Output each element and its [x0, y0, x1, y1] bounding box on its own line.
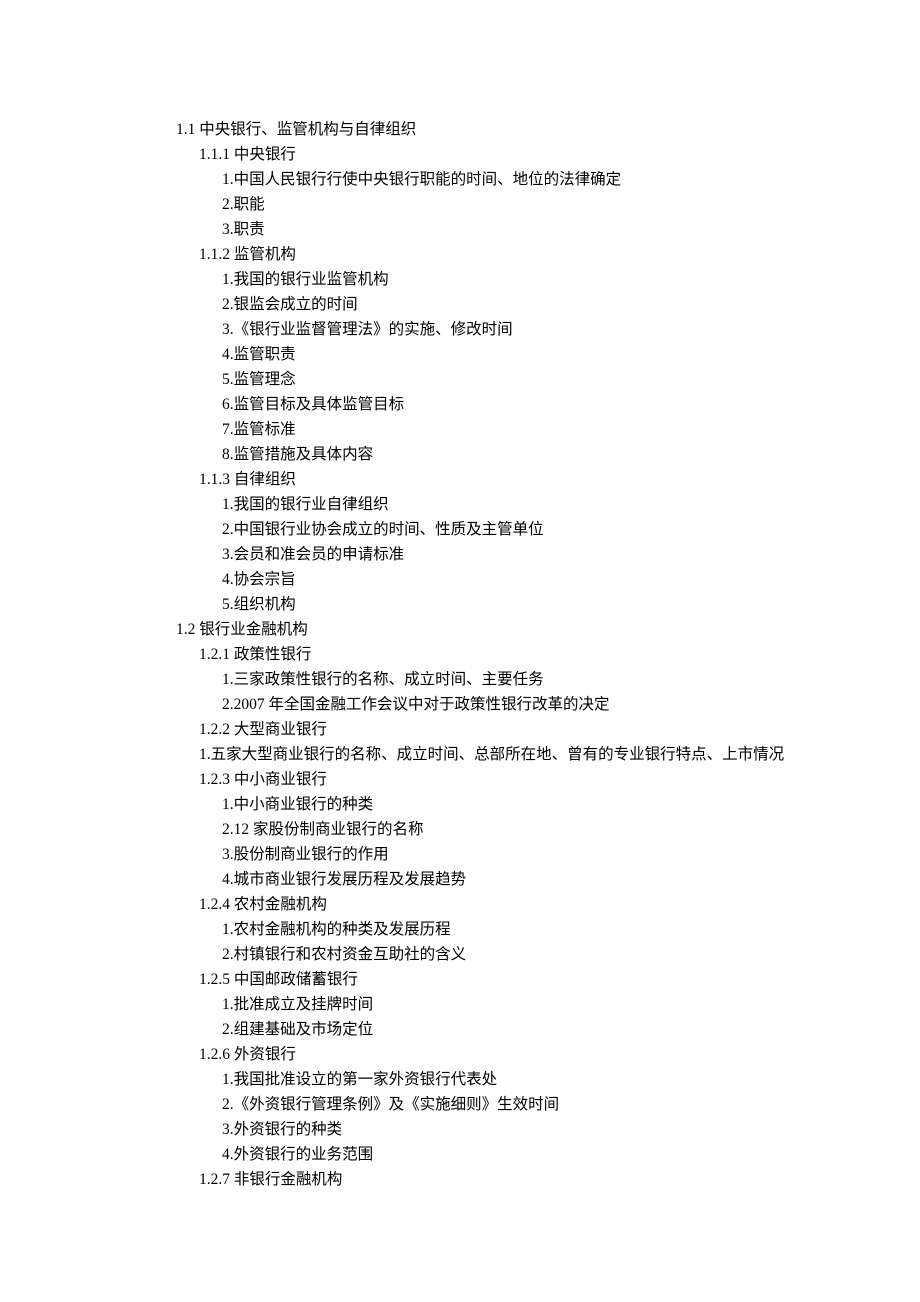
outline-item: 1.2.3 中小商业银行: [199, 767, 830, 792]
outline-item: 6.监管目标及具体监管目标: [222, 392, 830, 417]
outline-item: 1.我国批准设立的第一家外资银行代表处: [222, 1067, 830, 1092]
outline-item: 4.城市商业银行发展历程及发展趋势: [222, 867, 830, 892]
outline-item: 7.监管标准: [222, 417, 830, 442]
outline-item: 5.组织机构: [222, 592, 830, 617]
outline-item: 2.职能: [222, 192, 830, 217]
outline-item: 1.农村金融机构的种类及发展历程: [222, 917, 830, 942]
outline-item: 1.批准成立及挂牌时间: [222, 992, 830, 1017]
outline-item: 4.协会宗旨: [222, 567, 830, 592]
outline-item: 3.股份制商业银行的作用: [222, 842, 830, 867]
outline-item: 1.2.4 农村金融机构: [199, 892, 830, 917]
outline-item: 3.《银行业监督管理法》的实施、修改时间: [222, 317, 830, 342]
outline-item: 1.1.3 自律组织: [199, 467, 830, 492]
outline-item: 1.2.5 中国邮政储蓄银行: [199, 967, 830, 992]
outline-item: 2.银监会成立的时间: [222, 292, 830, 317]
outline-item: 1.1.2 监管机构: [199, 242, 830, 267]
outline-item: 2.《外资银行管理条例》及《实施细则》生效时间: [222, 1092, 830, 1117]
outline-item: 5.监管理念: [222, 367, 830, 392]
outline-item: 1.中小商业银行的种类: [222, 792, 830, 817]
outline-item: 1.2.1 政策性银行: [199, 642, 830, 667]
outline-item: 3.外资银行的种类: [222, 1117, 830, 1142]
outline-item: 1.三家政策性银行的名称、成立时间、主要任务: [222, 667, 830, 692]
outline-item: 3.职责: [222, 217, 830, 242]
outline-item: 1.2.6 外资银行: [199, 1042, 830, 1067]
outline-item: 1.1.1 中央银行: [199, 142, 830, 167]
outline-item: 1.我国的银行业监管机构: [222, 267, 830, 292]
outline-item: 1.2.2 大型商业银行: [199, 717, 830, 742]
outline-item: 3.会员和准会员的申请标准: [222, 542, 830, 567]
outline-item: 1.1 中央银行、监管机构与自律组织: [176, 117, 830, 142]
outline-item: 1.中国人民银行行使中央银行职能的时间、地位的法律确定: [222, 167, 830, 192]
outline-item: 2.组建基础及市场定位: [222, 1017, 830, 1042]
outline-item: 2.村镇银行和农村资金互助社的含义: [222, 942, 830, 967]
outline-item: 2.2007 年全国金融工作会议中对于政策性银行改革的决定: [222, 692, 830, 717]
outline-item: 2.12 家股份制商业银行的名称: [222, 817, 830, 842]
outline-item: 4.监管职责: [222, 342, 830, 367]
outline-item: 4.外资银行的业务范围: [222, 1142, 830, 1167]
outline-item: 8.监管措施及具体内容: [222, 442, 830, 467]
document-page: 1.1 中央银行、监管机构与自律组织 1.1.1 中央银行 1.中国人民银行行使…: [0, 0, 920, 1192]
outline-item: 1.2.7 非银行金融机构: [199, 1167, 830, 1192]
outline-item: 1.我国的银行业自律组织: [222, 492, 830, 517]
outline-item: 1.2 银行业金融机构: [176, 617, 830, 642]
outline-item: 1.五家大型商业银行的名称、成立时间、总部所在地、曾有的专业银行特点、上市情况: [199, 742, 830, 767]
outline-item: 2.中国银行业协会成立的时间、性质及主管单位: [222, 517, 830, 542]
